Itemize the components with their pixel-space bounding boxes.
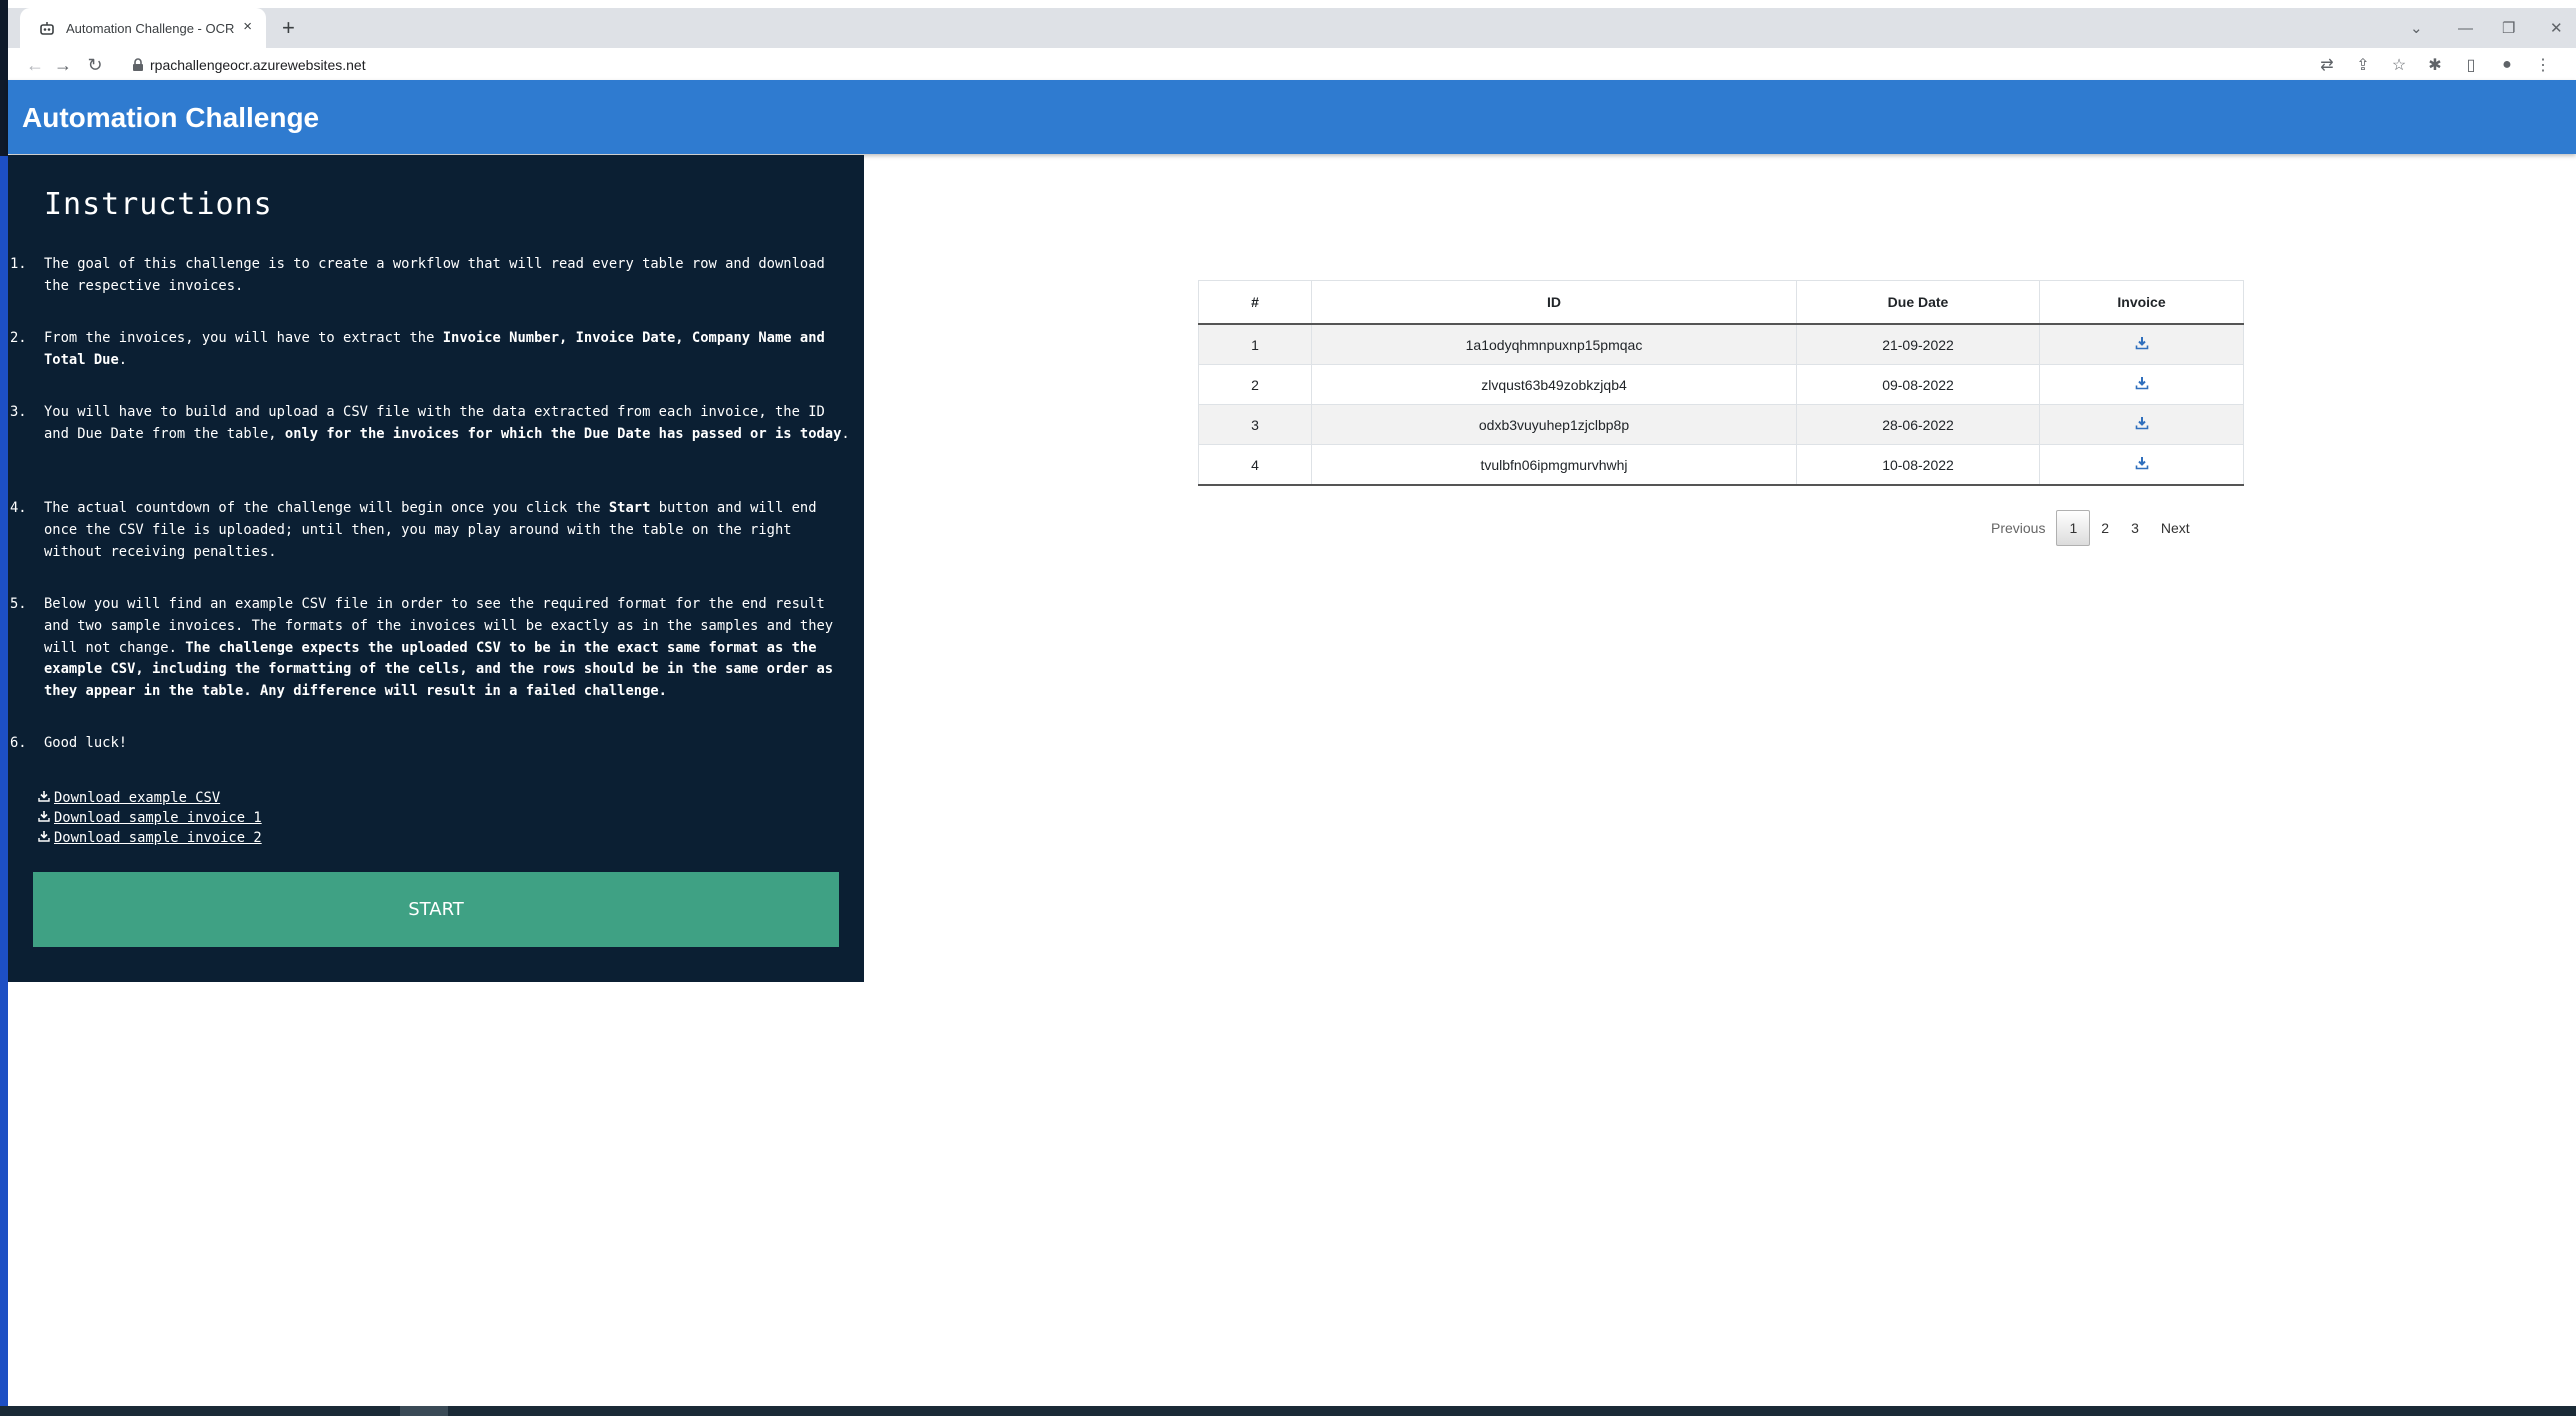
share-icon[interactable]: ⇪ [2352,54,2374,76]
download-example-csv-link[interactable]: Download example CSV [38,788,262,808]
row-id: odxb3vuyuhep1zjclbp8p [1311,404,1797,445]
pagination-page-3[interactable]: 3 [2120,511,2150,545]
row-due-date: 28-06-2022 [1796,404,2040,445]
table-header-row: # ID Due Date Invoice [1198,280,2244,325]
download-icon [38,828,50,848]
window-close-icon[interactable]: ✕ [2550,8,2563,48]
translate-icon[interactable]: ⇄ [2316,54,2338,76]
lock-icon[interactable] [132,58,144,77]
invoice-table: # ID Due Date Invoice 1 1a1odyqhmnpuxnp1… [1198,280,2244,486]
reload-icon[interactable]: ↻ [84,54,106,76]
start-button[interactable]: START [33,872,839,947]
invoice-download-icon[interactable] [2135,416,2149,430]
robot-favicon-icon [38,19,56,37]
instructions-heading: Instructions [44,187,273,222]
pagination-page-1[interactable]: 1 [2056,510,2091,546]
invoice-download-icon[interactable] [2135,376,2149,390]
invoice-table-container: # ID Due Date Invoice 1 1a1odyqhmnpuxnp1… [1198,280,2244,486]
download-icon [38,808,50,828]
download-sample-invoice-1-link[interactable]: Download sample invoice 1 [38,808,262,828]
back-arrow-icon[interactable]: ← [24,54,46,76]
window-left-edge [0,0,8,1416]
new-tab-button[interactable]: + [282,14,295,42]
tab-search-chevron-icon[interactable]: ⌄ [2410,8,2423,48]
tab-close-icon[interactable]: × [243,18,252,35]
row-invoice-cell [2039,444,2244,486]
side-panel-icon[interactable]: ▯ [2460,54,2482,76]
browser-toolbar: ← → ↻ rpachallengeocr.azurewebsites.net … [8,48,2576,83]
row-due-date: 09-08-2022 [1796,364,2040,405]
row-invoice-cell [2039,323,2244,365]
browser-tab-bar: Automation Challenge - OCR × + ⌄ — ❐ ✕ [8,8,2576,48]
pagination: Previous 1 2 3 Next [1980,510,2201,546]
download-sample-invoice-2-link[interactable]: Download sample invoice 2 [38,828,262,848]
column-header-number[interactable]: # [1198,280,1312,325]
bookmark-star-icon[interactable]: ☆ [2388,54,2410,76]
taskbar-edge [0,1406,2576,1416]
row-invoice-cell [2039,404,2244,445]
app-title: Automation Challenge [22,102,320,133]
row-number: 2 [1198,364,1312,405]
table-row: 2 zlvqust63b49zobkzjqb4 09-08-2022 [1198,364,2244,405]
row-due-date: 21-09-2022 [1796,323,2040,365]
download-icon [38,788,50,808]
download-links: Download example CSV Download sample inv… [38,788,262,848]
restore-icon[interactable]: ❐ [2502,8,2515,48]
invoice-download-icon[interactable] [2135,456,2149,470]
address-bar-url[interactable]: rpachallengeocr.azurewebsites.net [150,57,366,73]
column-header-due-date[interactable]: Due Date [1796,280,2040,325]
tab-title: Automation Challenge - OCR [66,20,235,36]
pagination-previous[interactable]: Previous [1980,511,2056,545]
row-invoice-cell [2039,364,2244,405]
row-number: 3 [1198,404,1312,445]
app-header: Automation Challenge [8,80,2576,154]
minimize-icon[interactable]: — [2458,8,2473,48]
instructions-panel: Instructions 1. The goal of this challen… [8,155,864,982]
profile-avatar-icon[interactable]: ● [2496,54,2518,76]
row-number: 4 [1198,444,1312,486]
forward-arrow-icon[interactable]: → [52,54,74,76]
pagination-next[interactable]: Next [2150,511,2201,545]
table-row: 1 1a1odyqhmnpuxnp15pmqac 21-09-2022 [1198,323,2244,365]
row-id: zlvqust63b49zobkzjqb4 [1311,364,1797,405]
row-number: 1 [1198,323,1312,365]
table-row: 4 tvulbfn06ipmgmurvhwhj 10-08-2022 [1198,444,2244,486]
menu-kebab-icon[interactable]: ⋮ [2532,54,2554,76]
extensions-puzzle-icon[interactable]: ✱ [2424,54,2446,76]
invoice-download-icon[interactable] [2135,336,2149,350]
pagination-page-2[interactable]: 2 [2090,511,2120,545]
table-row: 3 odxb3vuyuhep1zjclbp8p 28-06-2022 [1198,404,2244,445]
column-header-id[interactable]: ID [1311,280,1797,325]
row-due-date: 10-08-2022 [1796,444,2040,486]
row-id: tvulbfn06ipmgmurvhwhj [1311,444,1797,486]
column-header-invoice[interactable]: Invoice [2039,280,2244,325]
row-id: 1a1odyqhmnpuxnp15pmqac [1311,323,1797,365]
browser-tab[interactable]: Automation Challenge - OCR × [20,8,266,48]
